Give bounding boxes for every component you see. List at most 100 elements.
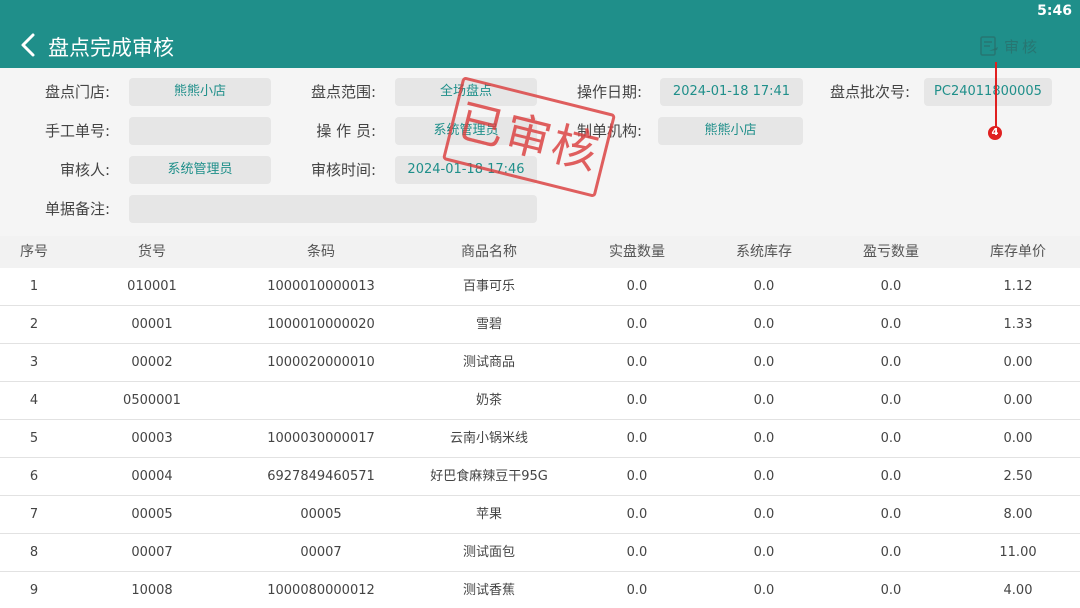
status-clock: 5:46 [1037, 3, 1072, 19]
store-field: 熊熊小店 [129, 78, 271, 106]
cell-product-name: 苹果 [475, 507, 502, 522]
cell-item-no: 00003 [131, 431, 173, 446]
cell-index: 6 [29, 469, 39, 484]
cell-product-name: 测试面包 [462, 545, 515, 560]
table-row[interactable]: 4 0500001 奶茶 0.0 0.0 0.0 0.00 [0, 382, 1080, 420]
cell-unit-cost: 0.00 [1003, 355, 1033, 370]
cell-product-name: 好巴食麻辣豆干95G [430, 469, 548, 484]
audit-button[interactable]: 审核 [978, 34, 1040, 58]
cell-product-name: 奶茶 [475, 393, 502, 408]
remark-field[interactable] [129, 195, 537, 223]
cell-unit-cost: 1.33 [1003, 317, 1033, 332]
column-header-barcode: 条码 [307, 244, 335, 260]
batch-label: 盘点批次号: [829, 83, 910, 101]
cell-product-name: 测试香蕉 [462, 583, 515, 598]
cell-unit-cost: 2.50 [1003, 469, 1033, 484]
cell-product-name: 百事可乐 [462, 279, 515, 294]
column-header-product-name: 商品名称 [461, 244, 517, 260]
audit-document-icon [980, 36, 998, 56]
cell-counted-qty: 0.0 [626, 393, 648, 408]
cell-barcode: 00007 [300, 545, 342, 560]
cell-barcode: 6927849460571 [267, 469, 375, 484]
column-header-index: 序号 [20, 244, 48, 260]
cell-barcode: 1000030000017 [267, 431, 375, 446]
cell-index: 9 [29, 583, 39, 598]
cell-item-no: 10008 [131, 583, 173, 598]
table-body: 1 010001 1000010000013 百事可乐 0.0 0.0 0.0 1.12 2 00… [0, 268, 1080, 608]
cell-variance-qty: 0.0 [880, 545, 902, 560]
cell-unit-cost: 4.00 [1003, 583, 1033, 598]
cell-system-stock: 0.0 [753, 317, 775, 332]
cell-unit-cost: 8.00 [1003, 507, 1033, 522]
cell-variance-qty: 0.0 [880, 317, 902, 332]
cell-system-stock: 0.0 [753, 469, 775, 484]
cell-index: 4 [29, 393, 39, 408]
cell-index: 7 [29, 507, 39, 522]
cell-unit-cost: 1.12 [1003, 279, 1033, 294]
reviewer-label: 审核人: [59, 161, 110, 179]
audit-button-label: 审核 [1004, 37, 1041, 56]
operator-field: 系统管理员 [395, 117, 537, 145]
cell-unit-cost: 0.00 [1003, 431, 1033, 446]
table-row[interactable]: 2 00001 1000010000020 雪碧 0.0 0.0 0.0 1.33 [0, 306, 1080, 344]
cell-variance-qty: 0.0 [880, 355, 902, 370]
cell-item-no: 00002 [131, 355, 173, 370]
cell-counted-qty: 0.0 [626, 317, 648, 332]
cell-index: 2 [29, 317, 39, 332]
back-arrow-icon[interactable] [16, 30, 42, 60]
cell-item-no: 0500001 [123, 393, 181, 408]
review-time-field: 2024-01-18 17:46 [395, 156, 537, 184]
org-label: 制单机构: [576, 122, 642, 140]
table-row[interactable]: 9 10008 1000080000012 测试香蕉 0.0 0.0 0.0 4.00 [0, 572, 1080, 608]
cell-system-stock: 0.0 [753, 355, 775, 370]
cell-counted-qty: 0.0 [626, 279, 648, 294]
cell-index: 8 [29, 545, 39, 560]
cell-variance-qty: 0.0 [880, 583, 902, 598]
cell-variance-qty: 0.0 [880, 393, 902, 408]
cell-counted-qty: 0.0 [626, 545, 648, 560]
cell-counted-qty: 0.0 [626, 431, 648, 446]
table-row[interactable]: 7 00005 00005 苹果 0.0 0.0 0.0 8.00 [0, 496, 1080, 534]
cell-counted-qty: 0.0 [626, 507, 648, 522]
table-row[interactable]: 1 010001 1000010000013 百事可乐 0.0 0.0 0.0 1.12 [0, 268, 1080, 306]
cell-barcode: 1000080000012 [267, 583, 375, 598]
cell-item-no: 00001 [131, 317, 173, 332]
cell-index: 3 [29, 355, 39, 370]
cell-variance-qty: 0.0 [880, 431, 902, 446]
column-header-variance-qty: 盈亏数量 [863, 244, 919, 260]
cell-barcode: 1000020000010 [267, 355, 375, 370]
cell-counted-qty: 0.0 [626, 355, 648, 370]
table-row[interactable]: 3 00002 1000020000010 测试商品 0.0 0.0 0.0 0.00 [0, 344, 1080, 382]
cell-barcode: 00005 [300, 507, 342, 522]
status-bar: 5:46 [0, 0, 1080, 24]
manual-no-label: 手工单号: [44, 122, 110, 140]
cell-product-name: 测试商品 [462, 355, 515, 370]
cell-system-stock: 0.0 [753, 583, 775, 598]
cell-product-name: 云南小锅米线 [449, 431, 528, 446]
cell-index: 1 [29, 279, 39, 294]
store-label: 盘点门店: [44, 83, 110, 101]
range-label: 盘点范围: [310, 83, 376, 101]
annotation-marker: 4 [988, 126, 1002, 140]
cell-system-stock: 0.0 [753, 431, 775, 446]
cell-system-stock: 0.0 [753, 507, 775, 522]
cell-variance-qty: 0.0 [880, 507, 902, 522]
date-field: 2024-01-18 17:41 [660, 78, 803, 106]
manual-no-field[interactable] [129, 117, 271, 145]
remark-label: 单据备注: [44, 200, 110, 218]
cell-system-stock: 0.0 [753, 545, 775, 560]
cell-counted-qty: 0.0 [626, 469, 648, 484]
cell-barcode: 1000010000013 [267, 279, 375, 294]
cell-unit-cost: 11.00 [999, 545, 1037, 560]
review-time-label: 审核时间: [310, 161, 376, 179]
cell-barcode [236, 382, 406, 419]
table-row[interactable]: 5 00003 1000030000017 云南小锅米线 0.0 0.0 0.0 0.00 [0, 420, 1080, 458]
page-title: 盘点完成审核 [48, 36, 174, 60]
table-row[interactable]: 8 00007 00007 测试面包 0.0 0.0 0.0 11.00 [0, 534, 1080, 572]
cell-barcode: 1000010000020 [267, 317, 375, 332]
app-bar: 盘点完成审核 审核 [0, 24, 1080, 68]
table-row[interactable]: 6 00004 6927849460571 好巴食麻辣豆干95G 0.0 0.0 0.0 2.… [0, 458, 1080, 496]
column-header-counted-qty: 实盘数量 [609, 244, 665, 260]
inventory-table: 序号 货号 条码 商品名称 实盘数量 系统库存 盈亏数量 库存单价 1 01000… [0, 236, 1080, 608]
cell-item-no: 010001 [127, 279, 177, 294]
